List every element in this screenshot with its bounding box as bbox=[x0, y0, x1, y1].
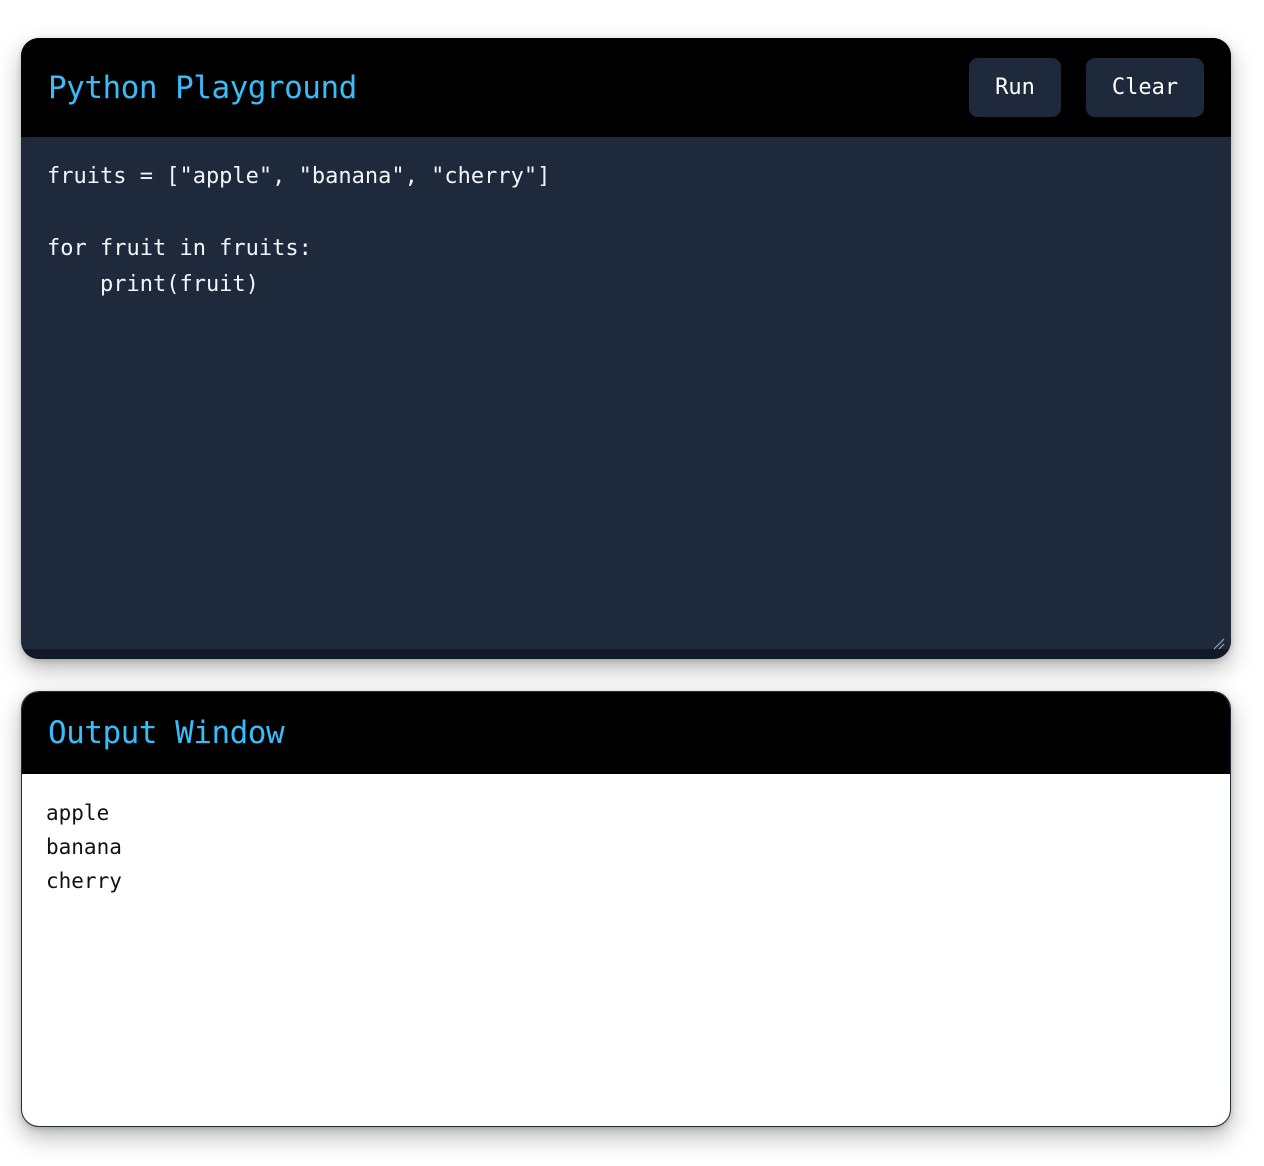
code-editor[interactable]: fruits = ["apple", "banana", "cherry"] f… bbox=[21, 137, 1231, 649]
editor-header: Python Playground Run Clear bbox=[21, 38, 1231, 137]
editor-toolbar: Run Clear bbox=[969, 58, 1204, 117]
output-line: apple bbox=[46, 801, 110, 825]
clear-button[interactable]: Clear bbox=[1086, 58, 1204, 117]
output-line: banana bbox=[46, 835, 122, 859]
run-button[interactable]: Run bbox=[969, 58, 1061, 117]
resize-handle-icon[interactable] bbox=[1213, 635, 1225, 650]
editor-panel: Python Playground Run Clear fruits = ["a… bbox=[21, 38, 1231, 659]
output-panel: Output Window apple banana cherry bbox=[21, 691, 1231, 1127]
editor-title: Python Playground bbox=[48, 69, 357, 106]
output-header: Output Window bbox=[22, 692, 1230, 774]
editor-bottom-bar bbox=[21, 649, 1231, 659]
output-title: Output Window bbox=[48, 715, 285, 751]
output-body: apple banana cherry bbox=[22, 774, 1230, 920]
output-line: cherry bbox=[46, 869, 122, 893]
